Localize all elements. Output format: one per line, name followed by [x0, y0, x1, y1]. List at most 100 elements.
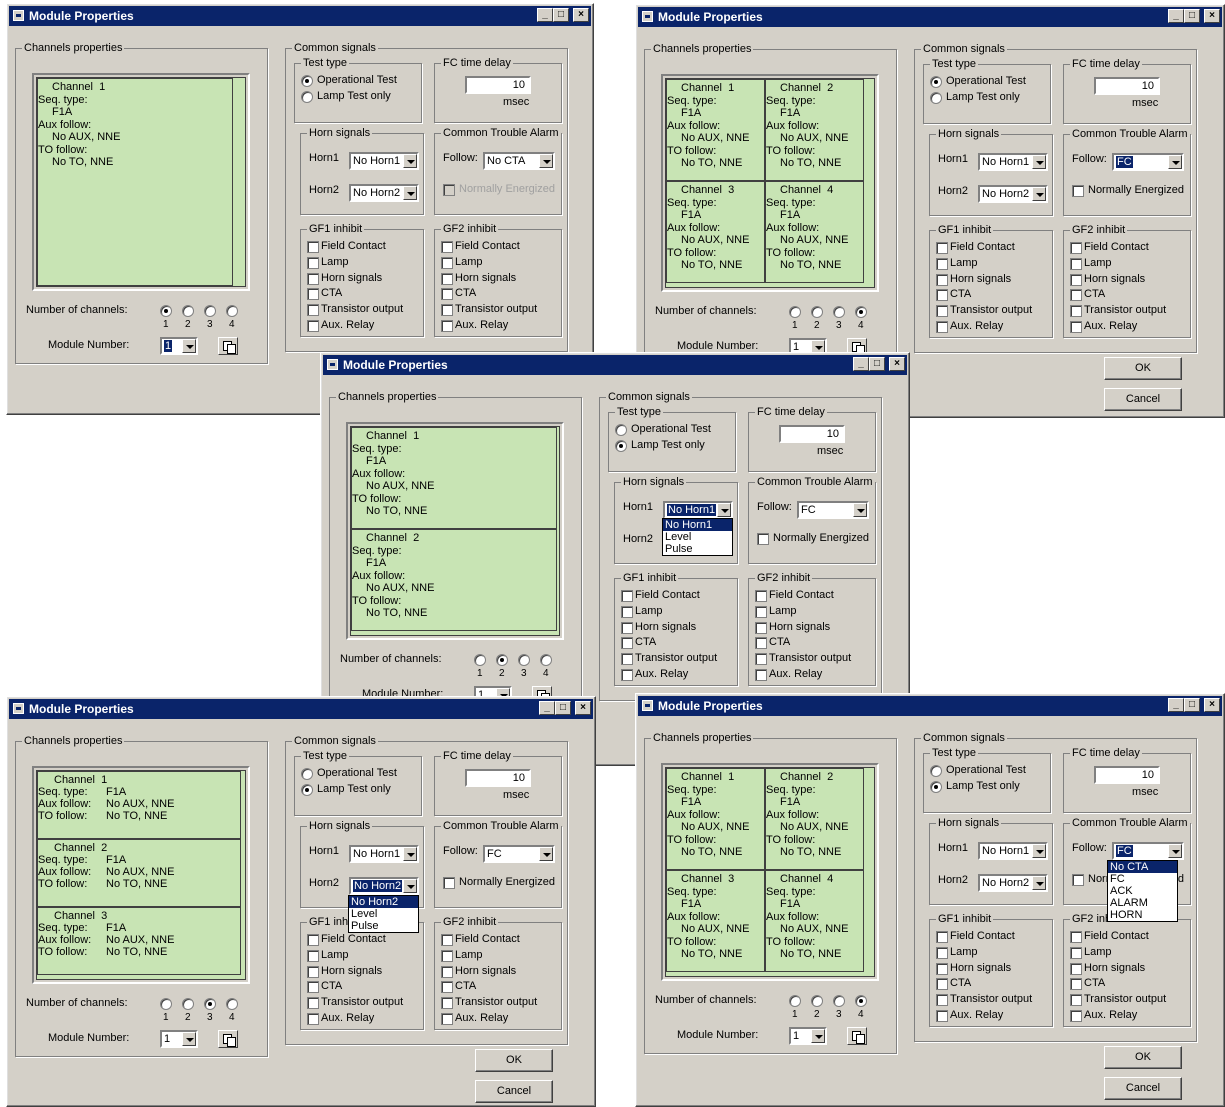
dropdown-option[interactable]: ACK — [1108, 885, 1177, 897]
gf1-inhibit-checkbox[interactable] — [621, 669, 633, 681]
dropdown-arrow-icon[interactable] — [539, 154, 553, 168]
normally-energized-checkbox[interactable] — [443, 877, 455, 889]
channel-count-radio[interactable] — [182, 305, 194, 317]
gf2-inhibit-checkbox[interactable] — [755, 621, 767, 634]
horn1-select[interactable]: No Horn1 — [349, 152, 419, 170]
cancel-button[interactable]: Cancel — [1104, 388, 1182, 411]
maximize-button[interactable]: □ — [1184, 9, 1200, 23]
fc-time-delay-input[interactable]: 10 — [1094, 766, 1160, 784]
operational-test-radio[interactable] — [930, 765, 942, 777]
gf1-inhibit-checkbox[interactable] — [621, 605, 633, 618]
copy-icon[interactable] — [218, 337, 238, 355]
gf2-inhibit-checkbox[interactable] — [1070, 946, 1082, 959]
gf1-inhibit-checkbox[interactable] — [936, 994, 948, 1007]
gf1-inhibit-checkbox[interactable] — [307, 1013, 319, 1025]
channel-cell[interactable]: Channel 1 Seq. type: F1A Aux follow: No AUX,… — [351, 427, 557, 529]
module-number-select[interactable]: 1 — [160, 1030, 198, 1048]
gf1-inhibit-checkbox[interactable] — [307, 997, 319, 1010]
gf2-inhibit-checkbox[interactable] — [755, 653, 767, 666]
follow-select[interactable]: FC — [483, 845, 555, 863]
dropdown-option[interactable]: Pulse — [663, 543, 732, 555]
dropdown-option[interactable]: HORN — [1108, 909, 1177, 921]
gf1-inhibit-checkbox[interactable] — [621, 590, 633, 602]
cancel-button[interactable]: Cancel — [1104, 1077, 1182, 1100]
follow-select[interactable]: FC — [1112, 842, 1184, 860]
channel-count-radio[interactable] — [182, 998, 194, 1010]
dropdown-arrow-icon[interactable] — [1032, 155, 1046, 169]
module-number-select[interactable]: 1 — [789, 1027, 827, 1045]
minimize-button[interactable]: _ — [853, 357, 869, 371]
gf1-inhibit-checkbox[interactable] — [936, 305, 948, 318]
channel-cell[interactable]: Channel 3 Seq. type: F1A Aux follow: No AUX,… — [666, 181, 765, 283]
horn1-select[interactable]: No Horn1 — [978, 842, 1048, 860]
dropdown-arrow-icon[interactable] — [1168, 844, 1182, 858]
gf2-inhibit-checkbox[interactable] — [441, 304, 453, 317]
channel-cell[interactable]: Channel 2 Seq. type: F1A Aux follow: No AUX,… — [37, 839, 241, 907]
gf1-inhibit-checkbox[interactable] — [307, 256, 319, 269]
fc-time-delay-input[interactable]: 10 — [779, 425, 845, 443]
gf1-inhibit-checkbox[interactable] — [936, 962, 948, 975]
dropdown-option[interactable]: ALARM — [1108, 897, 1177, 909]
minimize-button[interactable]: _ — [539, 701, 555, 715]
normally-energized-checkbox[interactable] — [757, 533, 769, 545]
channel-count-radio[interactable] — [474, 654, 486, 666]
maximize-button[interactable]: □ — [555, 701, 571, 715]
channel-count-radio[interactable] — [204, 305, 216, 317]
close-button[interactable]: × — [573, 8, 589, 22]
channel-count-radio[interactable] — [855, 995, 867, 1007]
close-button[interactable]: × — [889, 357, 905, 371]
horn1-dropdown-list[interactable]: No Horn1 Level Pulse — [662, 518, 733, 556]
gf2-inhibit-checkbox[interactable] — [441, 272, 453, 285]
channel-cell[interactable]: Channel 3 Seq. type: F1A Aux follow: No AUX,… — [666, 870, 765, 972]
normally-energized-checkbox[interactable] — [1072, 185, 1084, 197]
fc-time-delay-input[interactable]: 10 — [465, 769, 531, 787]
dropdown-arrow-icon[interactable] — [182, 339, 196, 353]
gf1-inhibit-checkbox[interactable] — [307, 949, 319, 962]
module-number-select[interactable]: 1 — [160, 337, 198, 355]
channel-cell[interactable]: Channel 3 Seq. type: F1A Aux follow: No AUX,… — [37, 907, 241, 975]
dropdown-option[interactable]: No CTA — [1108, 861, 1177, 873]
dropdown-arrow-icon[interactable] — [182, 1032, 196, 1046]
dropdown-option[interactable]: Level — [663, 531, 732, 543]
gf1-inhibit-checkbox[interactable] — [621, 637, 633, 650]
channel-count-radio[interactable] — [160, 998, 172, 1010]
channel-cell[interactable]: Channel 2 Seq. type: F1A Aux follow: No AUX,… — [765, 79, 864, 181]
channel-count-radio[interactable] — [160, 305, 172, 317]
maximize-button[interactable]: □ — [553, 8, 569, 22]
dropdown-arrow-icon[interactable] — [853, 503, 867, 517]
copy-icon[interactable] — [847, 1027, 867, 1045]
gf2-inhibit-checkbox[interactable] — [755, 605, 767, 618]
horn2-select[interactable]: No Horn2 — [978, 185, 1048, 203]
dropdown-arrow-icon[interactable] — [1168, 155, 1182, 169]
channel-count-radio[interactable] — [811, 995, 823, 1007]
normally-energized-checkbox[interactable] — [443, 184, 455, 196]
gf1-inhibit-checkbox[interactable] — [621, 653, 633, 666]
follow-select[interactable]: FC — [1112, 153, 1184, 171]
gf2-inhibit-checkbox[interactable] — [1070, 305, 1082, 318]
gf2-inhibit-checkbox[interactable] — [1070, 321, 1082, 333]
gf2-inhibit-checkbox[interactable] — [755, 637, 767, 650]
gf2-inhibit-checkbox[interactable] — [441, 965, 453, 978]
dropdown-arrow-icon[interactable] — [811, 1029, 825, 1043]
channel-cell[interactable]: Channel 4 Seq. type: F1A Aux follow: No AUX,… — [765, 181, 864, 283]
channel-count-radio[interactable] — [496, 654, 508, 666]
channel-cell[interactable]: Channel 2 Seq. type: F1A Aux follow: No AUX,… — [351, 529, 557, 631]
gf2-inhibit-checkbox[interactable] — [441, 981, 453, 994]
dropdown-arrow-icon[interactable] — [1032, 876, 1046, 890]
operational-test-radio[interactable] — [615, 424, 627, 436]
operational-test-radio[interactable] — [930, 76, 942, 88]
gf2-inhibit-checkbox[interactable] — [441, 949, 453, 962]
gf1-inhibit-checkbox[interactable] — [936, 257, 948, 270]
gf2-inhibit-checkbox[interactable] — [441, 997, 453, 1010]
gf2-inhibit-checkbox[interactable] — [755, 590, 767, 602]
ok-button[interactable]: OK — [475, 1049, 553, 1072]
gf1-inhibit-checkbox[interactable] — [307, 288, 319, 301]
gf1-inhibit-checkbox[interactable] — [936, 289, 948, 302]
follow-select[interactable]: FC — [797, 501, 869, 519]
follow-dropdown-list[interactable]: No CTA FC ACK ALARM HORN — [1107, 860, 1178, 922]
channel-count-radio[interactable] — [789, 995, 801, 1007]
channel-count-radio[interactable] — [518, 654, 530, 666]
follow-select[interactable]: No CTA — [483, 152, 555, 170]
channel-count-radio[interactable] — [204, 998, 216, 1010]
ok-button[interactable]: OK — [1104, 1046, 1182, 1069]
